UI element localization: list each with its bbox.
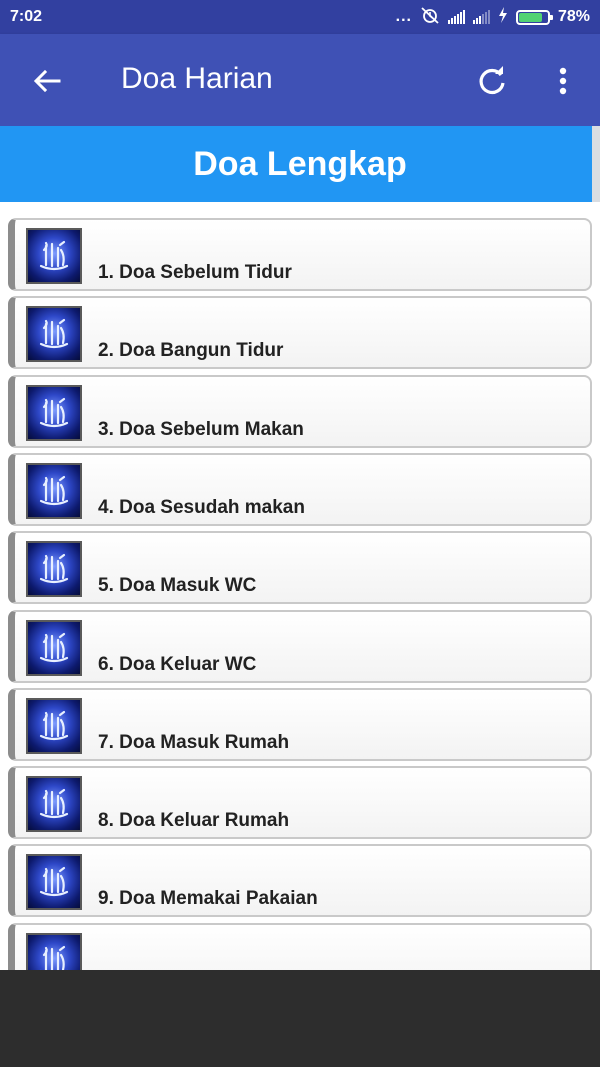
refresh-button[interactable] bbox=[476, 64, 510, 98]
more-vert-icon bbox=[559, 67, 567, 95]
overflow-menu-button[interactable] bbox=[548, 64, 578, 98]
list-item-label: 9. Doa Memakai Pakaian bbox=[98, 888, 318, 910]
refresh-icon bbox=[479, 66, 505, 95]
allah-calligraphy-icon bbox=[26, 619, 82, 676]
allah-calligraphy-icon bbox=[26, 932, 82, 970]
list-item[interactable]: 2. Doa Bangun Tidur bbox=[8, 296, 592, 370]
allah-calligraphy-icon bbox=[26, 306, 82, 363]
app-title: Doa Harian bbox=[121, 62, 273, 95]
list-item-label: 6. Doa Keluar WC bbox=[98, 653, 257, 675]
list-item[interactable]: 3. Doa Sebelum Makan bbox=[8, 374, 592, 448]
allah-calligraphy-icon bbox=[26, 854, 82, 911]
list-item[interactable] bbox=[8, 922, 592, 970]
list-item-label: 2. Doa Bangun Tidur bbox=[98, 340, 284, 362]
charging-icon bbox=[498, 6, 508, 28]
list-item[interactable]: 7. Doa Masuk Rumah bbox=[8, 687, 592, 761]
allah-calligraphy-icon bbox=[26, 384, 82, 441]
status-icons: ... 78% bbox=[396, 6, 590, 29]
list-item-label: 7. Doa Masuk Rumah bbox=[98, 731, 290, 753]
list-item-label: 5. Doa Masuk WC bbox=[98, 575, 257, 597]
allah-calligraphy-icon bbox=[26, 462, 82, 519]
battery-percent: 78% bbox=[557, 8, 590, 25]
arrow-back-icon bbox=[33, 69, 61, 93]
back-button[interactable] bbox=[30, 64, 64, 98]
list-item[interactable]: 1. Doa Sebelum Tidur bbox=[8, 218, 592, 291]
battery-icon bbox=[515, 9, 553, 25]
allah-calligraphy-icon bbox=[26, 541, 82, 598]
list-item-label: 3. Doa Sebelum Makan bbox=[98, 418, 304, 440]
list-item[interactable]: 8. Doa Keluar Rumah bbox=[8, 766, 592, 840]
status-bar: 7:02 ... 78% bbox=[0, 0, 600, 34]
allah-calligraphy-icon bbox=[26, 776, 82, 833]
list-item[interactable]: 5. Doa Masuk WC bbox=[8, 531, 592, 605]
alarm-off-icon bbox=[420, 6, 440, 29]
more-dots-icon: ... bbox=[395, 8, 412, 25]
doa-list[interactable]: 1. Doa Sebelum Tidur 2. Doa Bangun Tidur 3… bbox=[0, 202, 600, 970]
signal-icon bbox=[472, 10, 490, 24]
signal-icon bbox=[447, 10, 465, 24]
section-title: Doa Lengkap bbox=[193, 144, 407, 183]
bottom-area bbox=[0, 970, 600, 1067]
allah-calligraphy-icon bbox=[26, 697, 82, 754]
list-item-label: 4. Doa Sesudah makan bbox=[98, 496, 305, 518]
section-header: Doa Lengkap bbox=[0, 126, 600, 202]
list-item-label: 1. Doa Sebelum Tidur bbox=[98, 262, 292, 283]
app-bar: Doa Harian bbox=[0, 34, 600, 126]
list-item[interactable]: 9. Doa Memakai Pakaian bbox=[8, 844, 592, 918]
status-time: 7:02 bbox=[10, 8, 43, 25]
list-item-label: 8. Doa Keluar Rumah bbox=[98, 810, 290, 832]
list-item[interactable]: 6. Doa Keluar WC bbox=[8, 609, 592, 683]
allah-calligraphy-icon bbox=[26, 228, 82, 284]
list-item[interactable]: 4. Doa Sesudah makan bbox=[8, 452, 592, 526]
scroll-edge bbox=[592, 126, 600, 202]
